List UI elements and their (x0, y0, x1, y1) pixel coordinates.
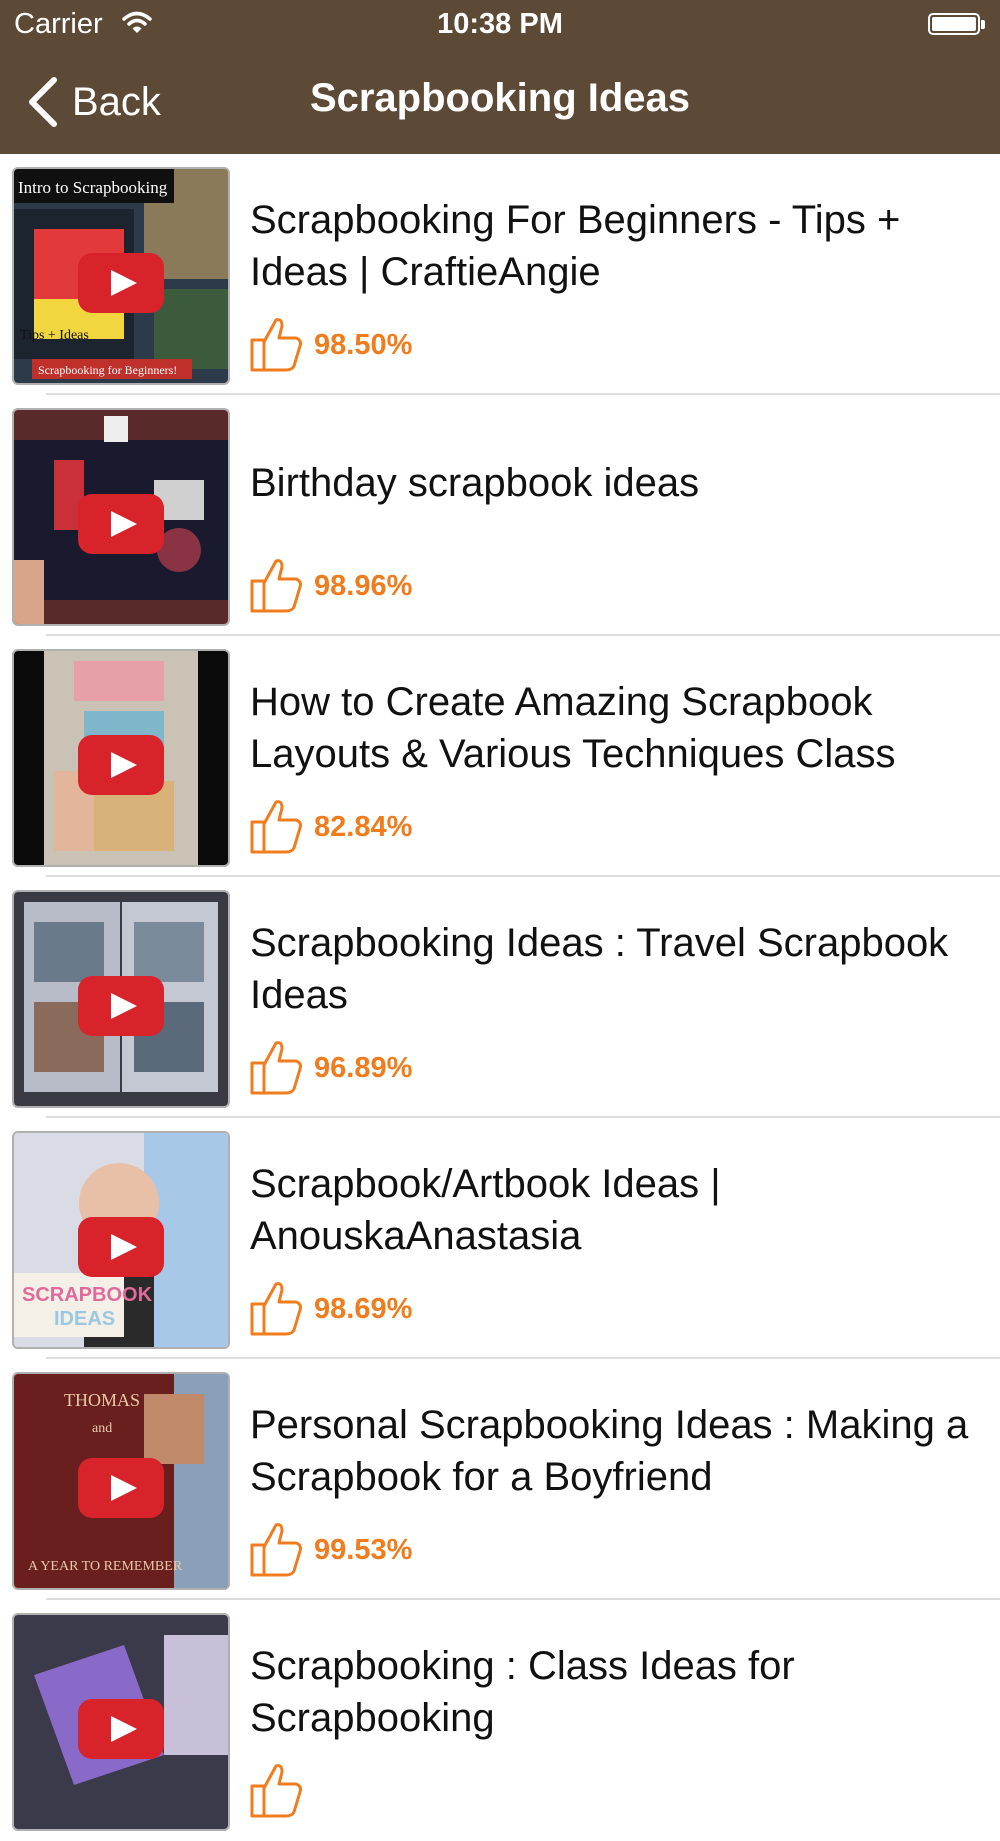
page-title: Scrapbooking Ideas (309, 76, 691, 120)
svg-text:Scrapbooking for Beginners!: Scrapbooking for Beginners! (38, 363, 177, 377)
thumbs-up-icon (250, 800, 302, 854)
like-rating: 82.84% (248, 798, 412, 856)
thumbs-up-icon (250, 318, 302, 372)
video-row[interactable]: SCRAPBOOK IDEAS Scrapbook/Artbook Ideas … (0, 1118, 1000, 1359)
navigation-bar: Carrier 10:38 PM Back Scrapbooking Ideas (0, 0, 1000, 154)
play-icon (78, 1217, 164, 1277)
video-thumbnail[interactable]: SCRAPBOOK IDEAS (12, 1131, 230, 1349)
video-row[interactable]: Scrapbooking Ideas : Travel Scrapbook Id… (0, 877, 1000, 1118)
video-title: Birthday scrapbook ideas (250, 461, 700, 505)
rating-percent: 99.53% (314, 1533, 413, 1566)
svg-text:Intro to Scrapbooking: Intro to Scrapbooking (18, 178, 168, 197)
video-title: Scrapbook/Artbook Ideas | AnouskaAnastas… (250, 1162, 721, 1258)
thumbs-up-icon (250, 1041, 302, 1095)
video-thumbnail[interactable] (12, 890, 230, 1108)
like-rating: 98.69% (248, 1280, 412, 1338)
thumbs-up-icon (250, 1523, 302, 1577)
rating-percent: 96.89% (314, 1051, 413, 1084)
svg-text:IDEAS: IDEAS (54, 1308, 115, 1330)
play-icon (78, 976, 164, 1036)
play-icon (78, 735, 164, 795)
video-thumbnail[interactable] (12, 1613, 230, 1831)
video-title: How to Create Amazing Scrapbook Layouts … (250, 680, 896, 776)
svg-text:THOMAS: THOMAS (64, 1390, 140, 1410)
like-rating: 98.96% (248, 557, 412, 615)
video-title: Scrapbooking Ideas : Travel Scrapbook Id… (250, 921, 949, 1017)
video-row[interactable]: Scrapbooking : Class Ideas for Scrapbook… (0, 1600, 1000, 1841)
play-icon (78, 494, 164, 554)
svg-text:and: and (92, 1421, 112, 1436)
thumbs-up-icon (250, 559, 302, 613)
status-time: 10:38 PM (437, 8, 563, 40)
video-title: Scrapbooking For Beginners - Tips + Idea… (250, 198, 901, 294)
rating-percent: 82.84% (314, 810, 413, 843)
like-rating: 96.89% (248, 1039, 412, 1097)
rating-percent: 98.50% (314, 328, 413, 361)
video-thumbnail[interactable]: Intro to Scrapbooking Tips + Ideas Scrap… (12, 167, 230, 385)
like-rating: 98.50% (248, 316, 412, 374)
like-rating (248, 1762, 314, 1820)
video-row[interactable]: Birthday scrapbook ideas 98.96% (0, 395, 1000, 636)
play-icon (78, 1458, 164, 1518)
video-thumbnail[interactable] (12, 408, 230, 626)
video-row[interactable]: How to Create Amazing Scrapbook Layouts … (0, 636, 1000, 877)
video-row[interactable]: Intro to Scrapbooking Tips + Ideas Scrap… (0, 154, 1000, 395)
svg-text:Tips + Ideas: Tips + Ideas (20, 328, 89, 343)
thumbs-up-icon (250, 1282, 302, 1336)
svg-text:A YEAR TO REMEMBER: A YEAR TO REMEMBER (28, 1559, 183, 1574)
battery-icon (928, 13, 985, 35)
video-title: Personal Scrapbooking Ideas : Making a S… (250, 1403, 969, 1499)
like-rating: 99.53% (248, 1521, 412, 1579)
video-list[interactable]: Intro to Scrapbooking Tips + Ideas Scrap… (0, 154, 1000, 1841)
video-thumbnail[interactable] (12, 649, 230, 867)
play-icon (78, 253, 164, 313)
svg-text:SCRAPBOOK: SCRAPBOOK (22, 1284, 153, 1306)
video-thumbnail[interactable]: THOMAS and A YEAR TO REMEMBER (12, 1372, 230, 1590)
video-row[interactable]: THOMAS and A YEAR TO REMEMBER Personal S… (0, 1359, 1000, 1600)
rating-percent: 98.69% (314, 1292, 413, 1325)
video-title: Scrapbooking : Class Ideas for Scrapbook… (250, 1644, 795, 1740)
thumbs-up-icon (250, 1764, 302, 1818)
rating-percent: 98.96% (314, 569, 413, 602)
play-icon (78, 1699, 164, 1759)
